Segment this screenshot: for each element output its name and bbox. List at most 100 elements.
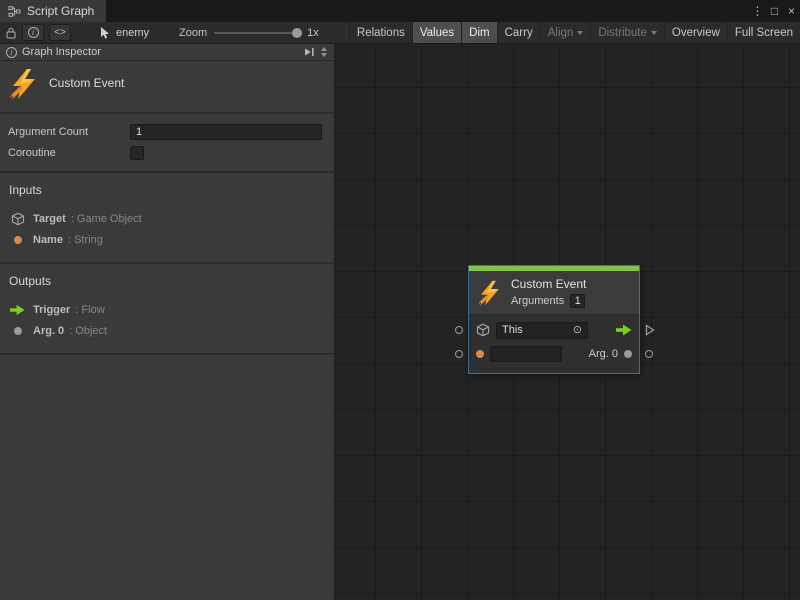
port-name: Name [33, 234, 63, 246]
lock-button[interactable] [5, 26, 17, 40]
node-row-arg0: Arg. 0 [476, 342, 632, 366]
graph-toolbar: i <> enemy Zoom 1x Relations Values Dim [0, 22, 800, 44]
maximize-icon: □ [771, 4, 778, 18]
titlebar-spacer [106, 0, 749, 22]
input-row-name: Name : String [8, 229, 326, 250]
node-titles: Custom Event Arguments 1 [511, 277, 586, 308]
port-type: : Flow [75, 304, 104, 316]
panel-scroll-arrows[interactable] [321, 47, 327, 57]
toolbar-button-values[interactable]: Values [412, 22, 461, 43]
game-object-cube-icon [10, 212, 25, 226]
arguments-label: Arguments [511, 295, 564, 307]
zoom-control: Zoom 1x [179, 27, 319, 39]
game-object-cube-icon [476, 323, 490, 337]
button-label: Full Screen [735, 27, 793, 39]
unity-window: Script Graph ⋮ □ × i <> enemy Zoom [0, 0, 800, 600]
button-label: Align [548, 27, 574, 39]
toolbar-button-align[interactable]: Align [540, 22, 591, 43]
port-name: Trigger [33, 304, 70, 316]
outputs-title: Outputs [9, 274, 326, 288]
argument-count-input[interactable] [130, 124, 322, 140]
inspector-header: i Graph Inspector [0, 44, 334, 61]
port-name: Arg. 0 [33, 325, 64, 337]
argument-count-label: Argument Count [8, 126, 130, 138]
window-close-button[interactable]: × [783, 0, 800, 22]
inspected-unit-title: Custom Event [49, 76, 124, 90]
string-input-dot-icon [476, 350, 484, 358]
toolbar-button-carry[interactable]: Carry [497, 22, 540, 43]
arg0-output-label: Arg. 0 [589, 348, 618, 360]
graph-inspector-panel: i Graph Inspector Custom Event Argument … [0, 44, 335, 600]
string-dot-icon [10, 236, 25, 244]
object-dot-icon [10, 327, 25, 335]
inputs-section: Inputs Target : Game Object Name : Strin… [0, 173, 334, 264]
zoom-slider[interactable] [214, 32, 300, 34]
node-header[interactable]: Custom Event Arguments 1 [469, 271, 639, 315]
button-label: Relations [357, 27, 405, 39]
dock-panel-icon[interactable] [303, 46, 315, 58]
tab-script-graph[interactable]: Script Graph [0, 0, 106, 22]
info-icon: i [6, 47, 17, 58]
coroutine-row: Coroutine [8, 142, 322, 163]
port-name: Target [33, 213, 66, 225]
target-dropdown[interactable]: This ⊙ [496, 322, 588, 339]
input-row-target: Target : Game Object [8, 208, 326, 229]
button-label: Overview [672, 27, 720, 39]
chevron-down-icon [651, 31, 657, 35]
window-menu-button[interactable]: ⋮ [749, 0, 766, 22]
button-label: Distribute [598, 27, 647, 39]
graph-canvas[interactable]: Custom Event Arguments 1 This ⊙ [335, 44, 800, 600]
toolbar-button-overview[interactable]: Overview [664, 22, 727, 43]
arg0-output-port[interactable] [645, 350, 653, 358]
arguments-count-field[interactable]: 1 [570, 294, 585, 308]
argument-count-row: Argument Count [8, 121, 322, 142]
coroutine-checkbox[interactable] [130, 146, 144, 160]
toolbar-button-fullscreen[interactable]: Full Screen [727, 22, 800, 43]
inspector-toggle-button[interactable]: i [22, 24, 44, 41]
zoom-slider-handle[interactable] [292, 28, 302, 38]
trigger-output-port[interactable] [645, 324, 655, 336]
inputs-title: Inputs [9, 183, 326, 197]
cursor-icon [99, 26, 111, 40]
code-icon: <> [54, 27, 66, 38]
close-icon: × [788, 4, 795, 18]
custom-event-bolt-icon [8, 68, 40, 100]
scroll-up-icon [321, 47, 327, 51]
node-body: This ⊙ Arg. 0 [469, 315, 639, 373]
node-arguments-row: Arguments 1 [511, 294, 586, 308]
node-title: Custom Event [511, 277, 586, 291]
custom-event-node[interactable]: Custom Event Arguments 1 This ⊙ [469, 266, 639, 373]
inspected-unit-header: Custom Event [0, 61, 334, 114]
toolbar-button-relations[interactable]: Relations [349, 22, 412, 43]
inspector-empty-area [0, 355, 334, 600]
script-graph-icon [8, 6, 21, 17]
target-picker-icon[interactable]: ⊙ [573, 325, 582, 336]
info-icon: i [28, 27, 39, 38]
flow-output-arrow-icon [616, 324, 632, 336]
node-row-target: This ⊙ [476, 318, 632, 342]
graph-breadcrumb[interactable]: enemy [99, 26, 149, 40]
main-content: i Graph Inspector Custom Event Argument … [0, 44, 800, 600]
port-type: : Object [69, 325, 107, 337]
port-type: : Game Object [71, 213, 142, 225]
name-input-field[interactable] [490, 346, 562, 362]
toolbar-button-group: Relations Values Dim Carry Align Distrib… [349, 22, 800, 43]
flow-arrow-icon [10, 304, 25, 316]
scroll-down-icon [321, 53, 327, 57]
code-view-button[interactable]: <> [49, 24, 71, 41]
object-output-dot-icon [624, 350, 632, 358]
inspector-title: Graph Inspector [22, 46, 303, 58]
toolbar-button-distribute[interactable]: Distribute [590, 22, 664, 43]
target-dropdown-value: This [502, 324, 573, 336]
button-label: Values [420, 27, 454, 39]
toolbar-button-dim[interactable]: Dim [461, 22, 496, 43]
menu-icon: ⋮ [752, 4, 764, 18]
target-input-port[interactable] [455, 326, 463, 334]
button-label: Carry [505, 27, 533, 39]
name-input-port[interactable] [455, 350, 463, 358]
zoom-value: 1x [307, 27, 319, 39]
zoom-label: Zoom [179, 27, 207, 39]
port-type: : String [68, 234, 103, 246]
titlebar: Script Graph ⋮ □ × [0, 0, 800, 22]
window-maximize-button[interactable]: □ [766, 0, 783, 22]
